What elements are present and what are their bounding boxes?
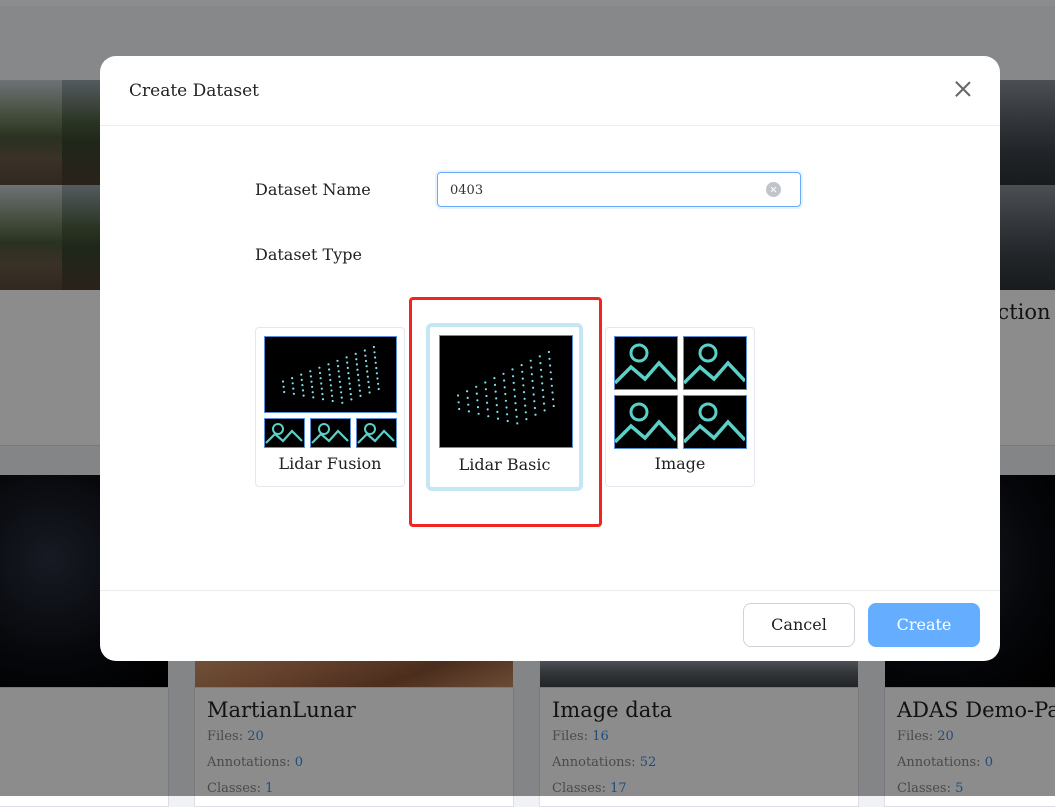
dialog-footer	[100, 590, 1000, 661]
create-button[interactable]: Create	[868, 603, 980, 647]
type-option-image[interactable]: Image	[605, 327, 755, 487]
image-icon	[613, 395, 678, 449]
dataset-name-input[interactable]	[450, 180, 750, 200]
dataset-name-field[interactable]	[437, 172, 801, 207]
dialog-header: Create Dataset	[100, 56, 1000, 126]
image-icon	[682, 395, 747, 449]
image-icon	[356, 418, 397, 448]
image-icon	[264, 418, 305, 448]
clear-icon[interactable]	[766, 182, 781, 197]
selection-highlight	[409, 297, 602, 527]
create-dataset-dialog: Create Dataset Dataset Name Dataset Type…	[100, 56, 1000, 661]
type-option-lidar-fusion[interactable]: Lidar Fusion	[255, 327, 405, 487]
point-cloud-icon	[264, 336, 397, 413]
dataset-type-label: Dataset Type	[255, 245, 362, 264]
type-option-label: Lidar Fusion	[278, 454, 382, 473]
dataset-name-label: Dataset Name	[255, 180, 371, 199]
image-icon	[682, 336, 747, 390]
cancel-button[interactable]: Cancel	[743, 603, 855, 647]
close-icon[interactable]	[950, 76, 976, 102]
image-icon	[613, 336, 678, 390]
image-icon	[310, 418, 351, 448]
type-option-label: Image	[654, 454, 706, 473]
dialog-title: Create Dataset	[129, 81, 259, 101]
